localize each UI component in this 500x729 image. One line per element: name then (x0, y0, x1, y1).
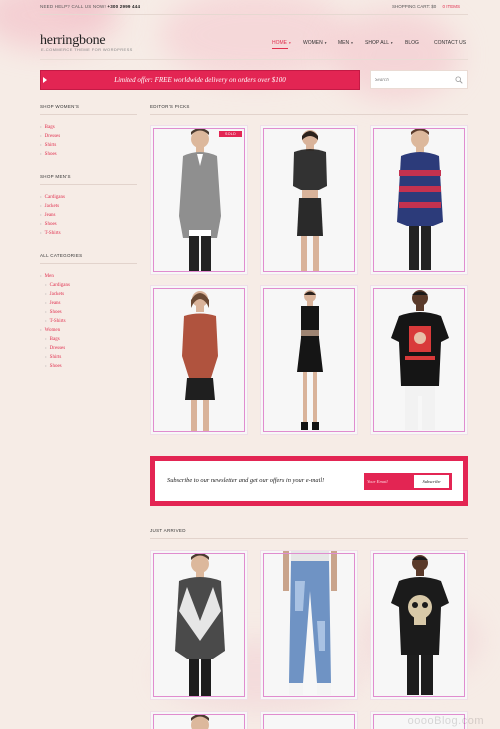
product-frame (373, 553, 465, 697)
section-heading-editors-picks: EDITOR'S PICKS (150, 104, 190, 109)
shop-women-list: Bags Dresses Shirts Shoes (40, 123, 61, 159)
category-cardigans[interactable]: Cardigans (40, 281, 70, 290)
sold-badge: SOLD (219, 131, 242, 137)
nav-item-blog[interactable]: BLOG (405, 40, 419, 46)
watermark: ooooBlog.com (407, 715, 484, 727)
email-field[interactable] (367, 476, 411, 487)
sidebar-item-jeans[interactable]: Jeans (40, 211, 65, 220)
promo-banner[interactable]: Limited offer: FREE worldwide delivery o… (40, 70, 360, 90)
nav-item-women[interactable]: WOMEN ▼ (303, 40, 327, 46)
nav-item-contact[interactable]: CONTACT US (434, 40, 466, 46)
sidebar-heading-all-categories: ALL CATEGORIES (40, 253, 83, 258)
tagline: E-COMMERCE THEME FOR WORDPRESS (41, 47, 133, 52)
subscribe-button[interactable]: Subscribe (414, 475, 449, 488)
product-frame (263, 714, 355, 729)
divider (40, 184, 137, 185)
sidebar-item-t-shirts[interactable]: T-Shirts (40, 229, 65, 238)
product-frame (153, 553, 245, 697)
section-heading-just-arrived: JUST ARRIVED (150, 528, 186, 533)
divider (40, 59, 468, 60)
product-card[interactable]: SOLD (150, 125, 248, 275)
product-card[interactable] (370, 285, 468, 435)
divider (40, 14, 468, 15)
newsletter-inner: Subscribe to our newsletter and get our … (155, 461, 463, 501)
help-line: NEED HELP? CALL US NOW! +300 2999 444 (40, 4, 140, 9)
sidebar-item-dresses[interactable]: Dresses (40, 132, 61, 141)
divider (40, 263, 137, 264)
sidebar-item-cardigans[interactable]: Cardigans (40, 193, 65, 202)
sidebar-item-shirts[interactable]: Shirts (40, 141, 60, 150)
divider (150, 538, 468, 539)
nav-item-shop-all[interactable]: SHOP ALL ▼ (365, 40, 393, 46)
product-card[interactable] (150, 550, 248, 700)
product-frame (263, 288, 355, 432)
product-card[interactable] (370, 550, 468, 700)
search-box[interactable] (370, 70, 468, 89)
arrow-icon (43, 77, 47, 83)
divider (40, 114, 137, 115)
product-card[interactable] (150, 711, 248, 729)
nav-item-home[interactable]: HOME ▼ (272, 40, 291, 49)
product-frame (153, 128, 245, 272)
sidebar-item-shoes[interactable]: Shoes (40, 150, 60, 159)
product-frame (263, 128, 355, 272)
cart-label[interactable]: SHOPPING CART: $0 (392, 4, 436, 9)
sidebar-item-bags[interactable]: Bags (40, 123, 60, 132)
product-card[interactable] (260, 285, 358, 435)
product-frame (373, 288, 465, 432)
category-shirts[interactable]: Shirts (40, 353, 70, 362)
category-t-shirts[interactable]: T-Shirts (40, 317, 70, 326)
product-frame (153, 714, 245, 729)
cart-items-count[interactable]: 0 ITEMS (442, 4, 460, 9)
cart-summary[interactable]: SHOPPING CART: $0 0 ITEMS (392, 4, 460, 9)
product-frame (263, 553, 355, 697)
product-card[interactable] (370, 125, 468, 275)
product-card[interactable] (260, 125, 358, 275)
newsletter-text: Subscribe to our newsletter and get our … (167, 477, 325, 484)
category-men[interactable]: Men (40, 272, 70, 281)
sidebar-heading-shop-women: SHOP WOMEN'S (40, 104, 80, 109)
all-categories-list: Men Cardigans Jackets Jeans Shoes T-Shir… (40, 272, 70, 371)
divider (150, 114, 468, 115)
phone-number[interactable]: +300 2999 444 (107, 4, 140, 9)
category-shoes[interactable]: Shoes (40, 362, 70, 371)
category-jackets[interactable]: Jackets (40, 290, 70, 299)
shop-men-list: Cardigans Jackets Jeans Shoes T-Shirts (40, 193, 65, 238)
sidebar-item-jackets[interactable]: Jackets (40, 202, 65, 211)
newsletter-form: Subscribe (364, 473, 452, 490)
product-frame (373, 128, 465, 272)
product-card[interactable] (150, 285, 248, 435)
product-frame (153, 288, 245, 432)
nav-item-men[interactable]: MEN ▼ (338, 40, 354, 46)
category-jeans[interactable]: Jeans (40, 299, 70, 308)
search-icon[interactable] (455, 76, 463, 84)
search-input[interactable] (375, 74, 455, 86)
category-dresses[interactable]: Dresses (40, 344, 70, 353)
sidebar-item-shoes[interactable]: Shoes (40, 220, 65, 229)
help-label: NEED HELP? CALL US NOW! (40, 4, 106, 9)
product-card[interactable] (260, 550, 358, 700)
sidebar-heading-shop-men: SHOP MEN'S (40, 174, 71, 179)
product-card[interactable] (260, 711, 358, 729)
category-women[interactable]: Women (40, 326, 70, 335)
category-shoes[interactable]: Shoes (40, 308, 70, 317)
category-bags[interactable]: Bags (40, 335, 70, 344)
newsletter-box: Subscribe to our newsletter and get our … (150, 456, 468, 506)
